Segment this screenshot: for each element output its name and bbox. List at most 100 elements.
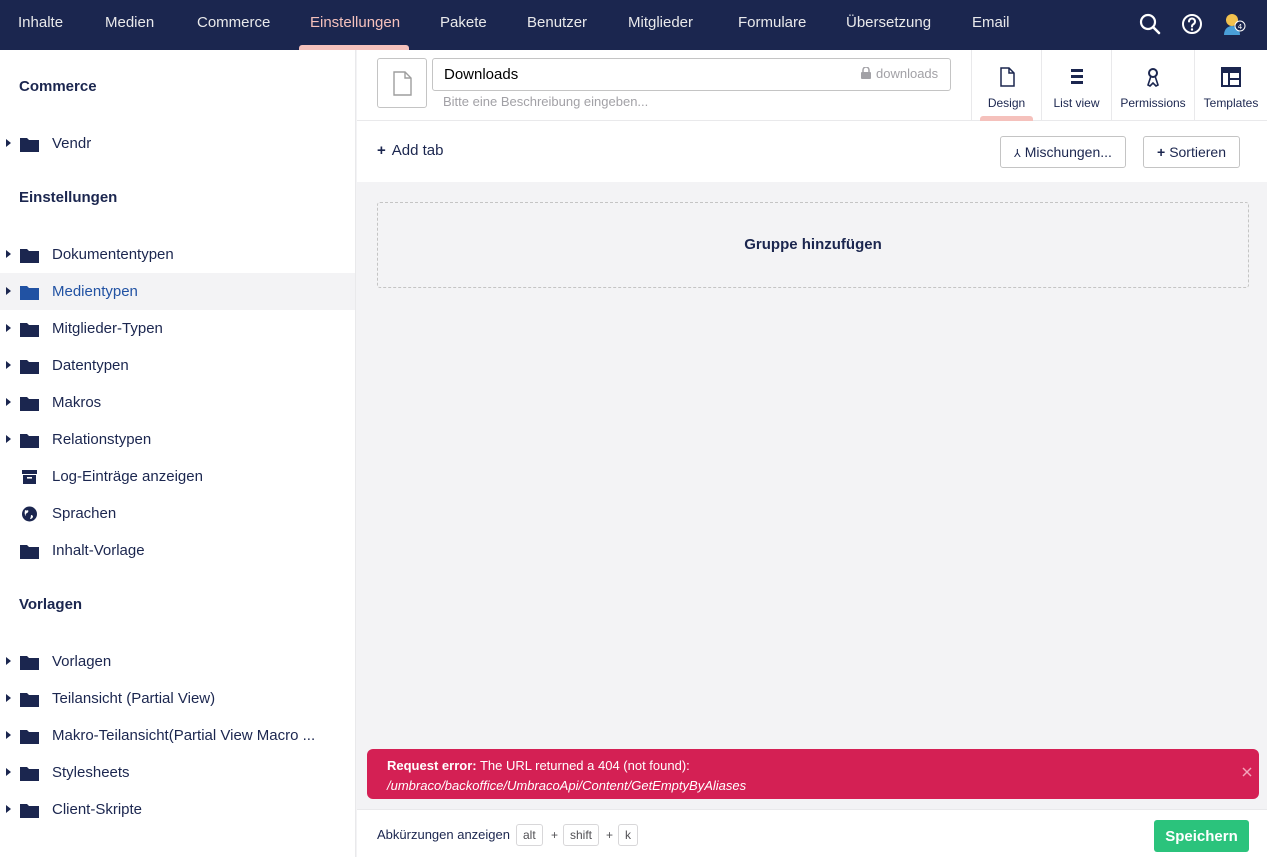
tree-item-client-skripte[interactable]: Client-Skripte bbox=[0, 791, 355, 828]
folder-icon bbox=[20, 323, 39, 337]
expand-caret-icon[interactable] bbox=[6, 361, 11, 369]
close-icon[interactable] bbox=[1241, 766, 1253, 778]
key-shift: shift bbox=[563, 824, 600, 846]
layout-icon bbox=[1221, 67, 1241, 87]
topnav-inhalte[interactable]: Inhalte bbox=[18, 0, 63, 50]
sort-button[interactable]: + Sortieren bbox=[1143, 136, 1240, 168]
section-title-einstellungen: Einstellungen bbox=[19, 189, 118, 206]
key-alt: alt bbox=[516, 824, 543, 846]
tree-item-label: Teilansicht (Partial View) bbox=[52, 690, 216, 707]
key-k: k bbox=[618, 824, 638, 846]
expand-caret-icon[interactable] bbox=[6, 398, 11, 406]
error-title: Request error: bbox=[387, 758, 477, 773]
tree-item-label: Log-Einträge anzeigen bbox=[52, 468, 203, 485]
tab-design[interactable]: Design bbox=[971, 50, 1041, 120]
folder-icon bbox=[20, 730, 39, 744]
tab-list-view[interactable]: List view bbox=[1041, 50, 1111, 120]
tree-item-label: Makros bbox=[52, 394, 102, 411]
tree-item-label: Datentypen bbox=[52, 357, 129, 374]
tab-permissions[interactable]: Permissions bbox=[1111, 50, 1194, 120]
topnav-einstellungen[interactable]: Einstellungen bbox=[310, 0, 400, 50]
add-tab-button[interactable]: + Add tab bbox=[377, 142, 443, 159]
folder-icon bbox=[20, 360, 39, 374]
tree-item-log-eintraege[interactable]: Log-Einträge anzeigen bbox=[0, 458, 355, 495]
tree-item-vendr[interactable]: Vendr bbox=[0, 125, 355, 162]
document-icon bbox=[999, 67, 1015, 87]
icon-picker[interactable] bbox=[377, 58, 427, 108]
expand-caret-icon[interactable] bbox=[6, 731, 11, 739]
help-icon[interactable] bbox=[1179, 11, 1205, 37]
tree-item-makros[interactable]: Makros bbox=[0, 384, 355, 421]
tab-templates[interactable]: Templates bbox=[1194, 50, 1267, 120]
tree-item-label: Vorlagen bbox=[52, 653, 112, 670]
error-message: The URL returned a 404 (not found): bbox=[479, 758, 690, 773]
tree-item-label: Relationstypen bbox=[52, 431, 152, 448]
expand-caret-icon[interactable] bbox=[6, 694, 11, 702]
expand-caret-icon[interactable] bbox=[6, 324, 11, 332]
folder-icon bbox=[20, 767, 39, 781]
tree-item-vorlagen[interactable]: Vorlagen bbox=[0, 643, 355, 680]
lock-icon[interactable] bbox=[861, 67, 871, 79]
key-plus: + bbox=[606, 828, 614, 842]
sort-label: Sortieren bbox=[1169, 144, 1226, 160]
folder-icon bbox=[20, 656, 39, 670]
tree-item-teilansicht[interactable]: Teilansicht (Partial View) bbox=[0, 680, 355, 717]
name-input[interactable] bbox=[432, 58, 951, 91]
tree-item-label: Sprachen bbox=[52, 505, 117, 522]
alias-value[interactable]: downloads bbox=[876, 66, 938, 81]
list-icon bbox=[1070, 69, 1083, 84]
topnav-pakete[interactable]: Pakete bbox=[440, 0, 487, 50]
topnav-medien[interactable]: Medien bbox=[105, 0, 154, 50]
topnav-mitglieder[interactable]: Mitglieder bbox=[628, 0, 693, 50]
expand-caret-icon[interactable] bbox=[6, 139, 11, 147]
box-icon bbox=[22, 470, 37, 484]
svg-text:4: 4 bbox=[1238, 23, 1243, 31]
error-notification: Request error: The URL returned a 404 (n… bbox=[367, 749, 1259, 799]
key-icon bbox=[1147, 68, 1159, 87]
add-group-button[interactable]: Gruppe hinzufügen bbox=[377, 202, 1249, 288]
globe-icon bbox=[22, 506, 37, 522]
compositions-button[interactable]: ⅄ Mischungen... bbox=[1000, 136, 1126, 168]
tree-item-stylesheets[interactable]: Stylesheets bbox=[0, 754, 355, 791]
topnav-email[interactable]: Email bbox=[972, 0, 1010, 50]
expand-caret-icon[interactable] bbox=[6, 435, 11, 443]
folder-icon bbox=[20, 286, 39, 300]
tree-item-label: Inhalt-Vorlage bbox=[52, 542, 145, 559]
shortcuts-link[interactable]: Abkürzungen anzeigen bbox=[377, 827, 510, 842]
user-avatar-icon[interactable]: 4 bbox=[1221, 11, 1247, 37]
topnav-uebersetzung[interactable]: Übersetzung bbox=[846, 0, 931, 50]
tree-item-label: Client-Skripte bbox=[52, 801, 143, 818]
expand-caret-icon[interactable] bbox=[6, 287, 11, 295]
tree-item-sprachen[interactable]: Sprachen bbox=[0, 495, 355, 532]
document-icon bbox=[393, 71, 412, 96]
tree-item-mitglieder-typen[interactable]: Mitglieder-Typen bbox=[0, 310, 355, 347]
expand-caret-icon[interactable] bbox=[6, 805, 11, 813]
save-button[interactable]: Speichern bbox=[1154, 820, 1249, 852]
expand-caret-icon[interactable] bbox=[6, 250, 11, 258]
tree-item-relationstypen[interactable]: Relationstypen bbox=[0, 421, 355, 458]
tab-label: Permissions bbox=[1120, 96, 1186, 110]
search-icon[interactable] bbox=[1137, 11, 1163, 37]
topnav-commerce[interactable]: Commerce bbox=[197, 0, 270, 50]
tree-item-label: Dokumententypen bbox=[52, 246, 174, 263]
tab-label: Design bbox=[987, 96, 1026, 110]
sidebar: Commerce Vendr Einstellungen Dokumentent… bbox=[0, 50, 356, 857]
tree-item-medientypen[interactable]: Medientypen bbox=[0, 273, 355, 310]
topnav-formulare[interactable]: Formulare bbox=[738, 0, 806, 50]
section-title-vorlagen: Vorlagen bbox=[19, 596, 83, 613]
tree-item-dokumententypen[interactable]: Dokumententypen bbox=[0, 236, 355, 273]
tree-item-inhalt-vorlage[interactable]: Inhalt-Vorlage bbox=[0, 532, 355, 569]
tree-item-makro-teilansicht[interactable]: Makro-Teilansicht(Partial View Macro ... bbox=[0, 717, 355, 754]
expand-caret-icon[interactable] bbox=[6, 657, 11, 665]
tree-item-datentypen[interactable]: Datentypen bbox=[0, 347, 355, 384]
editor-toolbar: + Add tab ⅄ Mischungen... + Sortieren bbox=[357, 121, 1267, 182]
tree-item-label: Mitglieder-Typen bbox=[52, 320, 163, 337]
expand-caret-icon[interactable] bbox=[6, 768, 11, 776]
topnav-benutzer[interactable]: Benutzer bbox=[527, 0, 587, 50]
folder-icon bbox=[20, 138, 39, 152]
editor-footer: Abkürzungen anzeigen alt + shift + k Spe… bbox=[357, 809, 1267, 857]
folder-icon bbox=[20, 804, 39, 818]
description-input[interactable]: Bitte eine Beschreibung eingeben... bbox=[443, 94, 648, 109]
tab-label: Templates bbox=[1203, 96, 1259, 110]
folder-icon bbox=[20, 545, 39, 559]
